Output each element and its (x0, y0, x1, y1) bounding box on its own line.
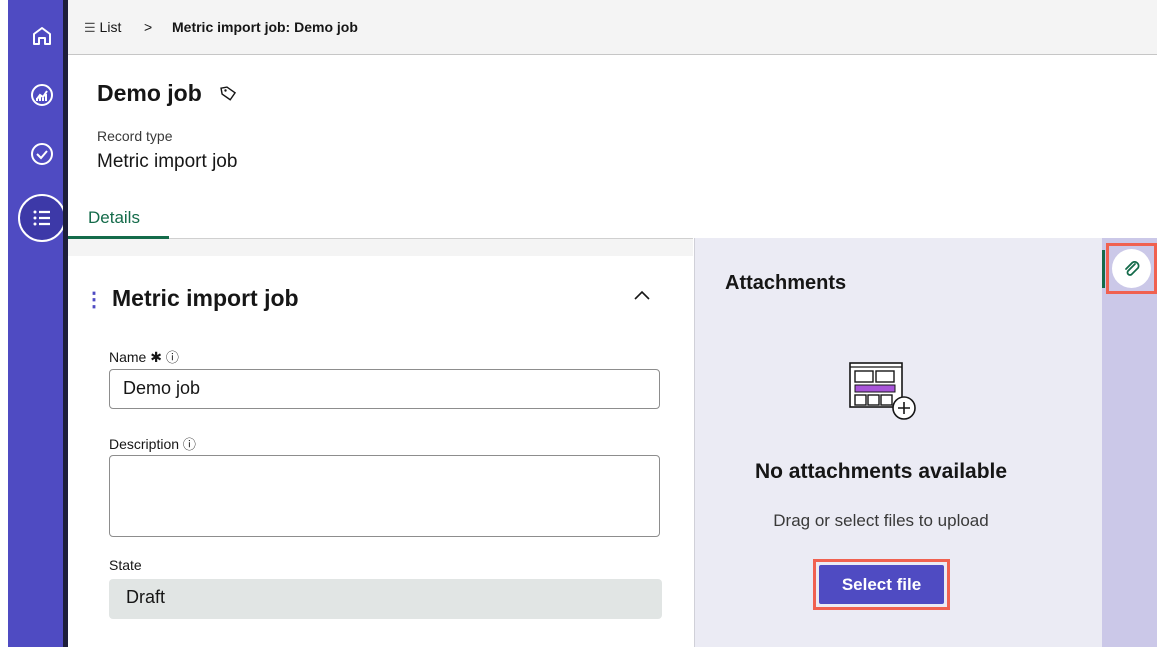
name-input[interactable]: Demo job (109, 369, 660, 409)
breadcrumb-separator: > (144, 19, 153, 35)
state-field-label: State (109, 557, 142, 573)
section-title: Metric import job (112, 285, 299, 311)
name-field-label: Name ✱ ⓘ (109, 349, 179, 365)
select-file-button[interactable]: Select file (819, 565, 944, 604)
list-icon[interactable] (18, 194, 66, 242)
paperclip-icon[interactable] (1112, 249, 1151, 288)
chevron-up-icon[interactable] (632, 288, 652, 307)
attachments-empty-title: No attachments available (754, 460, 1008, 483)
description-field-label: Description ⓘ (109, 436, 196, 452)
page-title: Demo job (97, 80, 202, 106)
record-type-label: Record type (97, 128, 173, 144)
tab-details[interactable]: Details (88, 208, 140, 228)
attachments-title: Attachments (725, 272, 847, 294)
breadcrumb-current: Metric import job: Demo job (172, 19, 358, 35)
right-side-strip (1102, 238, 1157, 647)
record-type-value: Metric import job (97, 151, 238, 172)
breadcrumb: ☰ List > Metric import job: Demo job (68, 0, 1157, 55)
state-value: Draft (109, 579, 662, 619)
info-icon[interactable]: ⓘ (183, 437, 196, 452)
list-lines-icon: ☰ (84, 20, 96, 35)
left-edge (0, 0, 8, 647)
right-strip-indicator (1102, 250, 1105, 288)
breadcrumb-list-link[interactable]: ☰ List (84, 19, 121, 36)
nav-rail (8, 0, 66, 647)
info-icon[interactable]: ⓘ (166, 350, 179, 365)
required-icon: ✱ (150, 349, 162, 365)
tag-icon[interactable] (218, 83, 238, 108)
home-icon[interactable] (22, 16, 62, 56)
attachments-hint: Drag or select files to upload (773, 511, 989, 530)
check-circle-icon[interactable] (22, 134, 62, 174)
drag-handle-icon[interactable]: ⋮ (84, 287, 104, 312)
attachments-empty-icon (848, 361, 920, 428)
description-textarea[interactable] (109, 455, 660, 537)
dashboard-icon[interactable] (22, 75, 62, 115)
